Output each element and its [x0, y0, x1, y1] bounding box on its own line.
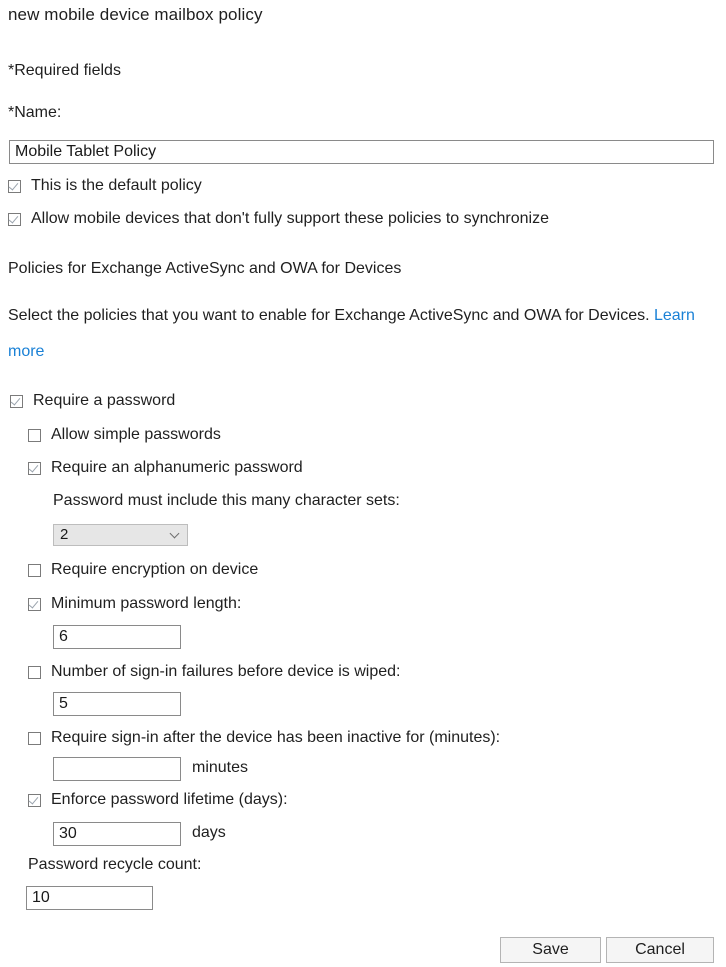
require-encryption-row[interactable]: Require encryption on device — [28, 560, 258, 580]
allow-nonprovisionable-checkbox[interactable] — [8, 213, 21, 226]
require-alphanumeric-row[interactable]: Require an alphanumeric password — [28, 458, 303, 478]
password-lifetime-label: Enforce password lifetime (days): — [51, 791, 288, 808]
policy-name-input[interactable] — [9, 140, 714, 164]
require-alphanumeric-checkbox[interactable] — [28, 462, 41, 475]
signin-failures-row[interactable]: Number of sign-in failures before device… — [28, 662, 401, 682]
required-fields-note: *Required fields — [8, 62, 121, 79]
default-policy-row[interactable]: This is the default policy — [8, 176, 202, 196]
require-encryption-checkbox[interactable] — [28, 564, 41, 577]
save-button[interactable]: Save — [500, 937, 601, 963]
page-title: new mobile device mailbox policy — [8, 5, 263, 24]
inactive-signin-label: Require sign-in after the device has bee… — [51, 729, 501, 746]
min-password-length-input[interactable] — [53, 625, 181, 649]
character-sets-label: Password must include this many characte… — [53, 492, 400, 509]
allow-nonprovisionable-row[interactable]: Allow mobile devices that don't fully su… — [8, 209, 549, 229]
new-mailbox-policy-form: new mobile device mailbox policy *Requir… — [0, 0, 726, 967]
default-policy-checkbox[interactable] — [8, 180, 21, 193]
signin-failures-input[interactable] — [53, 692, 181, 716]
require-password-checkbox[interactable] — [10, 395, 23, 408]
cancel-button[interactable]: Cancel — [606, 937, 714, 963]
policies-description-text: Select the policies that you want to ena… — [8, 307, 650, 324]
name-label: *Name: — [8, 104, 62, 121]
allow-nonprovisionable-label: Allow mobile devices that don't fully su… — [31, 210, 549, 227]
allow-simple-passwords-row[interactable]: Allow simple passwords — [28, 425, 221, 445]
inactive-signin-unit: minutes — [192, 759, 249, 776]
allow-simple-passwords-label: Allow simple passwords — [51, 426, 221, 443]
signin-failures-label: Number of sign-in failures before device… — [51, 663, 401, 680]
character-sets-select[interactable]: 2 — [53, 524, 188, 546]
inactive-signin-input[interactable] — [53, 757, 181, 781]
require-password-row[interactable]: Require a password — [10, 391, 175, 411]
require-encryption-label: Require encryption on device — [51, 561, 259, 578]
password-lifetime-row[interactable]: Enforce password lifetime (days): — [28, 790, 288, 810]
recycle-count-label: Password recycle count: — [28, 856, 202, 873]
min-password-length-row[interactable]: Minimum password length: — [28, 594, 241, 614]
password-lifetime-input[interactable] — [53, 822, 181, 846]
min-password-length-label: Minimum password length: — [51, 595, 242, 612]
policies-section-heading: Policies for Exchange ActiveSync and OWA… — [8, 260, 402, 277]
recycle-count-input[interactable] — [26, 886, 153, 910]
signin-failures-checkbox[interactable] — [28, 666, 41, 679]
require-password-label: Require a password — [33, 392, 176, 409]
inactive-signin-checkbox[interactable] — [28, 732, 41, 745]
min-password-length-checkbox[interactable] — [28, 598, 41, 611]
policies-description: Select the policies that you want to ena… — [8, 298, 698, 370]
password-lifetime-unit: days — [192, 824, 226, 841]
allow-simple-passwords-checkbox[interactable] — [28, 429, 41, 442]
character-sets-select-wrapper[interactable]: 2 — [53, 524, 188, 546]
inactive-signin-row[interactable]: Require sign-in after the device has bee… — [28, 728, 500, 748]
require-alphanumeric-label: Require an alphanumeric password — [51, 459, 303, 476]
default-policy-label: This is the default policy — [31, 177, 202, 194]
password-lifetime-checkbox[interactable] — [28, 794, 41, 807]
